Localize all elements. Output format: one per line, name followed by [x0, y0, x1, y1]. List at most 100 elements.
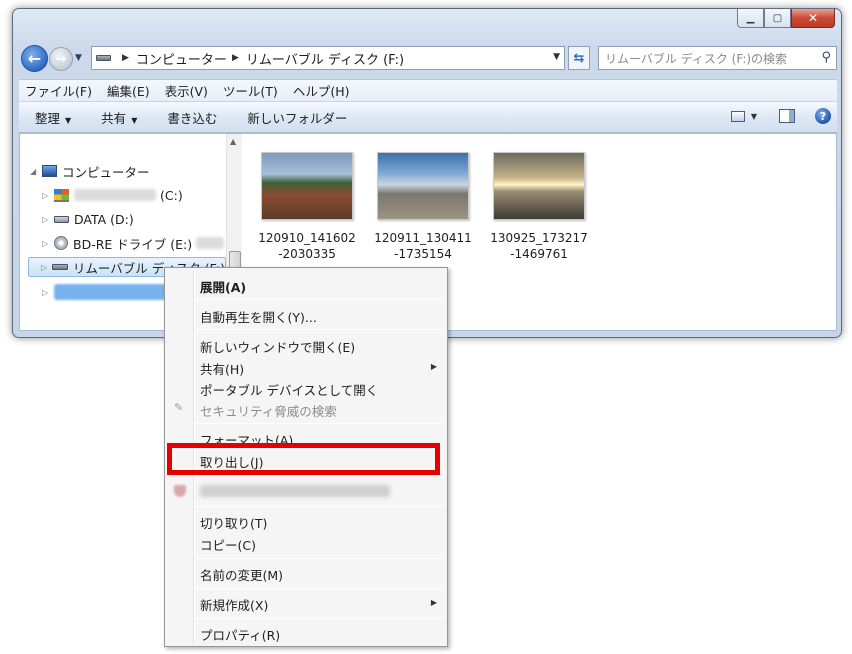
redacted-menu-item[interactable]	[200, 485, 390, 497]
chevron-down-icon: ▼	[65, 115, 72, 125]
back-button[interactable]: ←	[21, 45, 48, 72]
file-name-line: -2030335	[278, 247, 336, 261]
view-controls: ▼ ?	[730, 108, 831, 124]
menu-file[interactable]: ファイル(F)	[25, 81, 92, 100]
breadcrumb-chevron-icon[interactable]: ▶	[232, 53, 239, 63]
forward-arrow-icon: →	[55, 51, 67, 67]
preview-pane-icon[interactable]	[779, 109, 795, 123]
menu-separator	[195, 588, 444, 589]
menu-item-expand[interactable]: 展開(A)	[200, 277, 246, 296]
navigation-bar: ← → ▼ ▶ コンピューター ▶ リムーバブル ディスク (F:) ▼ ⇆ リ…	[19, 45, 837, 73]
redacted-disc-name	[196, 237, 225, 249]
menu-item-autoplay[interactable]: 自動再生を開く(Y)...	[200, 307, 317, 326]
share-button[interactable]: 共有 ▼	[101, 108, 137, 127]
collapsed-triangle-icon[interactable]: ▷	[42, 191, 54, 200]
optical-drive-icon	[54, 236, 68, 250]
menu-separator	[195, 476, 444, 477]
removable-drive-icon	[96, 55, 111, 61]
organize-label: 整理	[35, 110, 61, 126]
menu-item-open-new-window[interactable]: 新しいウィンドウで開く(E)	[200, 337, 355, 356]
menu-item-share[interactable]: 共有(H)	[200, 359, 244, 378]
scan-wand-icon: ✎	[174, 401, 184, 414]
menu-view[interactable]: 表示(V)	[165, 81, 208, 100]
change-view-icon[interactable]	[730, 110, 745, 122]
refresh-button[interactable]: ⇆	[568, 46, 590, 70]
burn-button[interactable]: 書き込む	[167, 108, 217, 127]
redacted-tree-item	[54, 284, 172, 300]
menu-item-open-portable-device[interactable]: ポータブル デバイスとして開く	[200, 380, 378, 399]
tree-item-c-drive[interactable]: ▷ (C:)	[42, 185, 183, 205]
menu-item-new[interactable]: 新規作成(X)	[200, 595, 268, 614]
file-name-line: -1735154	[394, 247, 452, 261]
file-item[interactable]: 120910_141602 -2030335	[252, 152, 362, 262]
eject-highlight-box	[167, 443, 440, 475]
chevron-down-icon: ▼	[131, 115, 138, 125]
file-name-line: -1469761	[510, 247, 568, 261]
file-name-line: 120911_130411	[374, 231, 472, 245]
search-input[interactable]: リムーバブル ディスク (F:)の検索 ⚲	[598, 46, 837, 70]
address-bar[interactable]: ▶ コンピューター ▶ リムーバブル ディスク (F:) ▼	[91, 46, 565, 70]
menu-item-security-scan: セキュリティ脅威の検索	[200, 404, 337, 419]
minimize-button[interactable]: ▁	[737, 9, 764, 28]
tree-item-network-drive[interactable]: ▷	[42, 282, 172, 302]
file-name: 120910_141602 -2030335	[252, 230, 362, 262]
search-icon[interactable]: ⚲	[821, 50, 831, 65]
tree-label-e-drive: BD-RE ドライブ (E:)	[73, 236, 193, 252]
tree-label-c-drive: (C:)	[160, 187, 183, 203]
breadcrumb-removable-disk[interactable]: リムーバブル ディスク (F:)	[246, 49, 404, 68]
menu-separator	[195, 299, 444, 300]
view-options-dropdown-icon[interactable]: ▼	[751, 112, 757, 121]
close-button[interactable]: ✕	[791, 9, 835, 28]
tree-item-computer[interactable]: ◢ コンピューター	[30, 161, 150, 181]
new-folder-button[interactable]: 新しいフォルダー	[247, 108, 347, 127]
tree-item-e-drive[interactable]: ▷ BD-RE ドライブ (E:)	[42, 233, 225, 253]
tree-item-d-drive[interactable]: ▷ DATA (D:)	[42, 209, 134, 229]
menu-item-properties[interactable]: プロパティ(R)	[200, 625, 280, 644]
menu-separator	[195, 618, 444, 619]
expanded-triangle-icon[interactable]: ◢	[30, 167, 42, 176]
menu-item-rename[interactable]: 名前の変更(M)	[200, 565, 283, 584]
search-placeholder: リムーバブル ディスク (F:)の検索	[605, 51, 788, 66]
photo-thumbnail	[493, 152, 585, 220]
caption-buttons: ▁ ▢ ✕	[737, 9, 835, 29]
menu-separator	[195, 423, 444, 424]
breadcrumb-computer[interactable]: コンピューター	[136, 49, 227, 68]
photo-thumbnail	[377, 152, 469, 220]
menu-item-cut[interactable]: 切り取り(T)	[200, 513, 267, 532]
menu-separator	[195, 329, 444, 330]
collapsed-triangle-icon[interactable]: ▷	[42, 215, 54, 224]
shield-icon	[174, 485, 186, 497]
collapsed-triangle-icon[interactable]: ▷	[42, 288, 54, 297]
address-dropdown-icon[interactable]: ▼	[553, 52, 560, 62]
file-item[interactable]: 120911_130411 -1735154	[368, 152, 478, 262]
windows-drive-icon	[54, 188, 69, 202]
refresh-icon: ⇆	[573, 50, 585, 66]
collapsed-triangle-icon[interactable]: ▷	[41, 263, 52, 272]
file-name-line: 130925_173217	[490, 231, 588, 245]
file-name: 130925_173217 -1469761	[484, 230, 594, 262]
redacted-drive-name	[74, 189, 156, 201]
submenu-arrow-icon: ▶	[430, 598, 437, 607]
collapsed-triangle-icon[interactable]: ▷	[42, 239, 54, 248]
hard-drive-icon	[54, 215, 69, 223]
breadcrumb-chevron-icon[interactable]: ▶	[122, 53, 129, 63]
removable-drive-icon	[52, 264, 68, 270]
help-icon[interactable]: ?	[815, 108, 831, 124]
file-item[interactable]: 130925_173217 -1469761	[484, 152, 594, 262]
menu-tools[interactable]: ツール(T)	[223, 81, 278, 100]
scroll-up-icon[interactable]: ▲	[230, 137, 236, 146]
menu-help[interactable]: ヘルプ(H)	[293, 81, 350, 100]
menu-separator	[195, 506, 444, 507]
recent-pages-dropdown-icon[interactable]: ▼	[75, 53, 82, 63]
photo-thumbnail	[261, 152, 353, 220]
menu-item-copy[interactable]: コピー(C)	[200, 535, 256, 554]
file-name: 120911_130411 -1735154	[368, 230, 478, 262]
organize-button[interactable]: 整理 ▼	[35, 108, 71, 127]
tree-label-d-drive: DATA (D:)	[74, 211, 134, 227]
command-bar: 整理 ▼ 共有 ▼ 書き込む 新しいフォルダー ▼ ?	[19, 101, 837, 133]
menu-bar: ファイル(F) 編集(E) 表示(V) ツール(T) ヘルプ(H)	[19, 79, 837, 101]
menu-edit[interactable]: 編集(E)	[107, 81, 150, 100]
tree-label-computer: コンピューター	[62, 164, 150, 180]
maximize-button[interactable]: ▢	[764, 9, 791, 28]
forward-button[interactable]: →	[49, 47, 73, 71]
